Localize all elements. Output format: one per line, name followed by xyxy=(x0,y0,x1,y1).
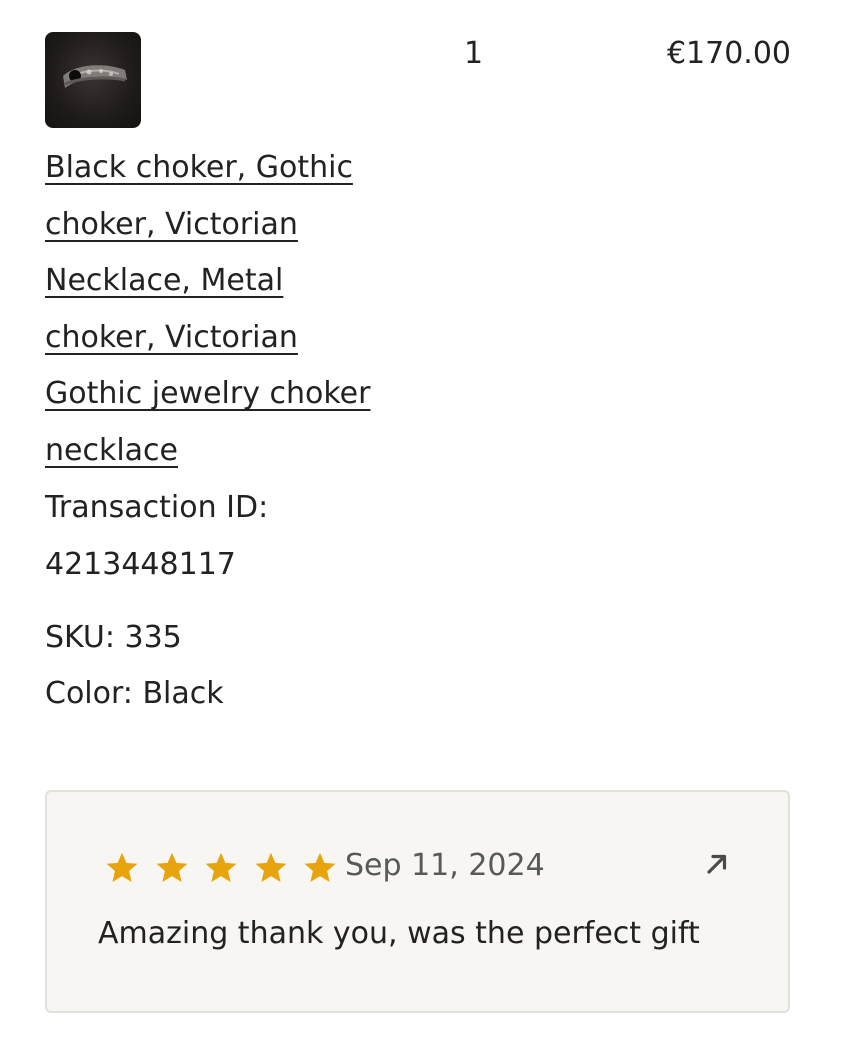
star-icon xyxy=(156,852,187,882)
title-line: Black choker, Gothic xyxy=(45,150,353,185)
quantity: 1 xyxy=(464,36,484,71)
color-variation: Color: Black xyxy=(45,676,224,711)
title-line: Gothic jewelry choker xyxy=(45,376,371,411)
transaction-id: 4213448117 xyxy=(45,547,236,582)
sku: SKU: 335 xyxy=(45,620,182,655)
review-date: Sep 11, 2024 xyxy=(345,848,545,883)
title-line: choker, Victorian xyxy=(45,206,298,242)
star-icon xyxy=(205,852,237,882)
star-icon xyxy=(255,852,286,882)
star-rating xyxy=(104,850,352,886)
star-icon xyxy=(304,852,336,882)
title-line: Necklace, Metal xyxy=(45,263,284,298)
title-line: choker, Victorian xyxy=(45,319,298,355)
star-icon xyxy=(106,852,138,882)
title-line: necklace xyxy=(45,432,179,468)
item-price: €170.00 xyxy=(666,36,791,71)
product-title-link[interactable]: Black choker, Gothic choker, Victorian N… xyxy=(45,140,415,479)
review-text: Amazing thank you, was the perfect gift xyxy=(98,916,700,951)
review-card: Sep 11, 2024 Amazing thank you, was the … xyxy=(45,790,790,1013)
product-thumbnail[interactable] xyxy=(45,32,141,128)
arrow-up-right-icon[interactable] xyxy=(702,849,732,879)
transaction-label: Transaction ID: xyxy=(45,490,269,525)
choker-image xyxy=(63,65,127,88)
